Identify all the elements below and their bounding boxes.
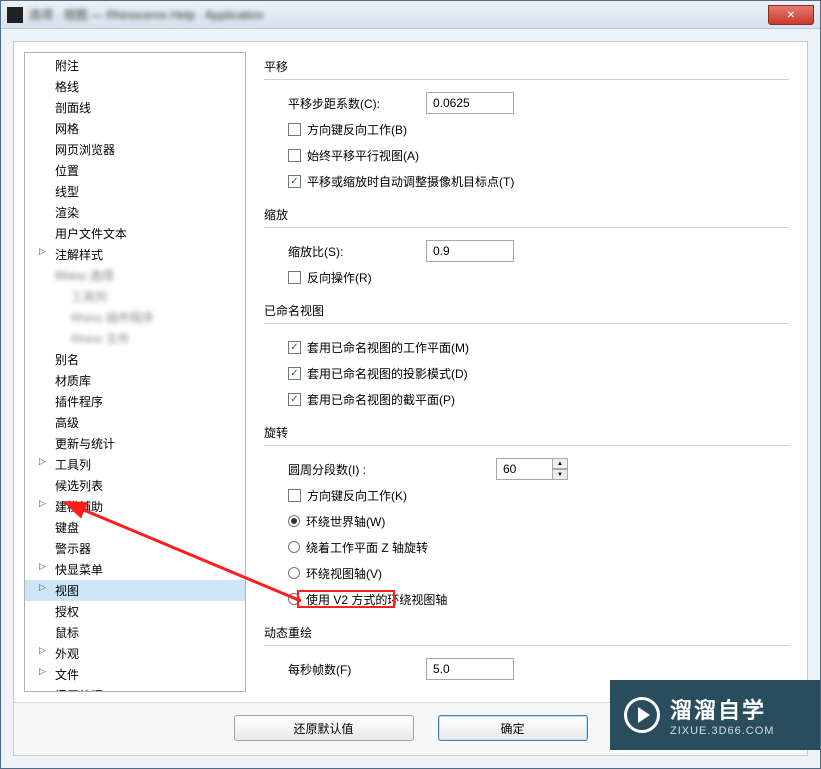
tree-item[interactable]: 插件程序 — [25, 391, 245, 412]
tree-item[interactable]: 外观 — [25, 643, 245, 664]
redraw-fps-label: 每秒帧数(F) — [288, 661, 418, 678]
section-rotate-title: 旋转 — [264, 424, 789, 441]
tree-item[interactable]: 渲染 — [25, 202, 245, 223]
close-button[interactable]: × — [768, 5, 814, 25]
section-zoom-title: 缩放 — [264, 206, 789, 223]
nav-tree[interactable]: 附注格线剖面线网格网页浏览器位置线型渲染用户文件文本注解样式Rhino 选项工具… — [24, 52, 246, 692]
restore-defaults-button[interactable]: 还原默认值 — [234, 715, 414, 741]
app-icon — [7, 7, 23, 23]
tree-item[interactable]: 格线 — [25, 76, 245, 97]
named-clip-checkbox[interactable]: 套用已命名视图的截平面(P) — [288, 391, 455, 408]
named-workplane-checkbox[interactable]: 套用已命名视图的工作平面(M) — [288, 339, 469, 356]
section-redraw-title: 动态重绘 — [264, 624, 789, 641]
window-title: 选项 · 视图 — Rhinoceros Help · Application — [29, 6, 768, 23]
tree-item[interactable]: 注解样式 — [25, 244, 245, 265]
tree-item[interactable]: 网页浏览器 — [25, 139, 245, 160]
tree-item[interactable]: 警示器 — [25, 538, 245, 559]
tree-item[interactable]: 闲置处理 — [25, 685, 245, 692]
section-named-title: 已命名视图 — [264, 302, 789, 319]
tree-item[interactable]: 剖面线 — [25, 97, 245, 118]
rotate-seg-label: 圆周分段数(I) : — [288, 461, 488, 478]
tree-item[interactable]: 鼠标 — [25, 622, 245, 643]
pan-auto-target-checkbox[interactable]: 平移或缩放时自动调整摄像机目标点(T) — [288, 173, 514, 190]
spin-up[interactable]: ▲ — [552, 458, 568, 469]
tree-item[interactable]: 建模辅助 — [25, 496, 245, 517]
ok-button[interactable]: 确定 — [438, 715, 588, 741]
rotate-view-radio[interactable]: 环绕视图轴(V) — [288, 565, 382, 582]
rotate-seg-spinner[interactable]: ▲▼ — [496, 458, 568, 480]
tree-item[interactable]: 视图 — [25, 580, 245, 601]
rotate-v2-radio[interactable]: 使用 V2 方式的环绕视图轴 — [288, 591, 447, 608]
tree-item[interactable]: 候选列表 — [25, 475, 245, 496]
settings-panel: 平移 平移步距系数(C): 方向键反向工作(B) 始终平移平行视图(A) 平移或… — [256, 52, 797, 692]
pan-reverse-checkbox[interactable]: 方向键反向工作(B) — [288, 121, 407, 138]
pan-step-input[interactable] — [426, 92, 514, 114]
pan-always-parallel-checkbox[interactable]: 始终平移平行视图(A) — [288, 147, 419, 164]
zoom-ratio-label: 缩放比(S): — [288, 243, 418, 260]
tree-item[interactable]: 线型 — [25, 181, 245, 202]
spin-down[interactable]: ▼ — [552, 469, 568, 480]
tree-item[interactable]: 附注 — [25, 55, 245, 76]
tree-item[interactable]: 授权 — [25, 601, 245, 622]
titlebar: 选项 · 视图 — Rhinoceros Help · Application … — [1, 1, 820, 29]
play-icon — [624, 697, 660, 733]
tree-item[interactable]: 文件 — [25, 664, 245, 685]
rotate-cplane-radio[interactable]: 绕着工作平面 Z 轴旋转 — [288, 539, 428, 556]
tree-item[interactable]: Rhino 文件 — [25, 328, 245, 349]
tree-item[interactable]: 快显菜单 — [25, 559, 245, 580]
tree-item[interactable]: 别名 — [25, 349, 245, 370]
tree-item[interactable]: 工具列 — [25, 454, 245, 475]
tree-item[interactable]: 高级 — [25, 412, 245, 433]
tree-item[interactable]: 网格 — [25, 118, 245, 139]
named-projection-checkbox[interactable]: 套用已命名视图的投影模式(D) — [288, 365, 468, 382]
tree-item[interactable]: 位置 — [25, 160, 245, 181]
rotate-world-radio[interactable]: 环绕世界轴(W) — [288, 513, 385, 530]
redraw-fps-input[interactable] — [426, 658, 514, 680]
tree-item[interactable]: 用户文件文本 — [25, 223, 245, 244]
watermark: 溜溜自学 ZIXUE.3D66.COM — [610, 680, 820, 750]
tree-item[interactable]: 材质库 — [25, 370, 245, 391]
rotate-reverse-checkbox[interactable]: 方向键反向工作(K) — [288, 487, 407, 504]
tree-item[interactable]: Rhino 选项 — [25, 265, 245, 286]
tree-item[interactable]: 工具列 — [25, 286, 245, 307]
tree-item[interactable]: Rhino 插件程序 — [25, 307, 245, 328]
zoom-reverse-checkbox[interactable]: 反向操作(R) — [288, 269, 372, 286]
zoom-ratio-input[interactable] — [426, 240, 514, 262]
tree-item[interactable]: 键盘 — [25, 517, 245, 538]
tree-item[interactable]: 更新与统计 — [25, 433, 245, 454]
pan-step-label: 平移步距系数(C): — [288, 95, 418, 112]
section-pan-title: 平移 — [264, 58, 789, 75]
